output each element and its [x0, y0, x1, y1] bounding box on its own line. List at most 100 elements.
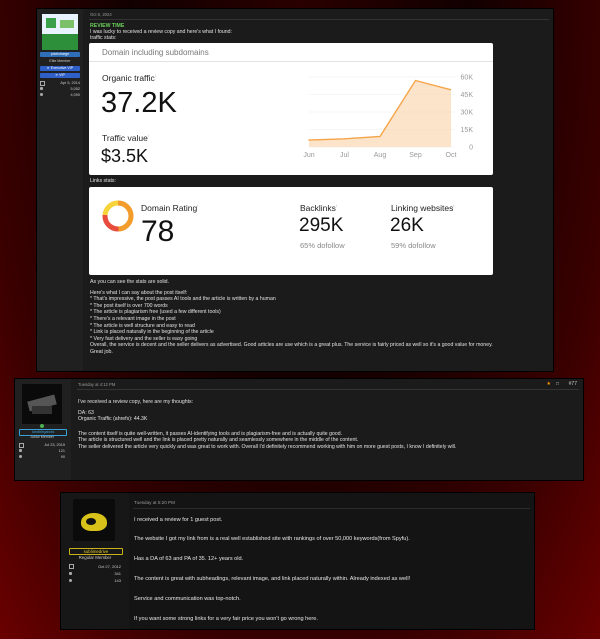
messages-row: 121 — [19, 449, 65, 453]
backlinks-dofollow: 65% dofollow — [300, 241, 345, 250]
traffic-value: $3.5K — [101, 146, 149, 166]
body-line — [78, 423, 456, 431]
message-count: 5,052 — [70, 87, 80, 91]
x-tick-label: Sep — [409, 152, 422, 159]
reactions-icon — [69, 579, 72, 582]
avatar[interactable] — [73, 499, 115, 541]
online-indicator-icon — [40, 424, 44, 428]
body-line: The content is great with subheadings, r… — [134, 576, 411, 582]
username[interactable]: sublimedrive — [69, 548, 123, 555]
message-body: Tuesday at 5:20 PM I received a review f… — [133, 493, 534, 629]
reactions-icon — [19, 455, 22, 458]
domain-rating-label: Domain Ratingi — [141, 203, 199, 213]
body-line: * That's impressive, the post passes AI … — [90, 296, 276, 303]
messages-icon — [69, 572, 72, 575]
share-icon[interactable]: ★ — [547, 381, 551, 387]
user-title: Elite Member — [49, 59, 71, 63]
reaction-count: 4,090 — [70, 93, 80, 97]
card-header: Domain including subdomains — [102, 48, 209, 57]
calendar-icon — [19, 443, 24, 448]
review-post-2: IcedMegabots Junior Member Jul 23, 2015 … — [14, 378, 584, 481]
messages-icon — [40, 87, 43, 90]
reaction-count: 143 — [114, 578, 121, 583]
traffic-value-label: Traffic valuei — [102, 133, 149, 143]
reaction-count: 90 — [60, 455, 65, 459]
body-line: As you can see the stats are solid. — [90, 279, 170, 285]
linking-websites-label: Linking websitesi — [391, 203, 455, 213]
bookmark-icon[interactable]: □ — [556, 381, 559, 387]
info-icon: i — [147, 133, 149, 139]
y-tick-label: 60K — [461, 75, 474, 82]
body-line: * There's a relevant image in the post — [90, 315, 176, 322]
linking-websites-value: 26K — [390, 215, 424, 236]
y-tick-label: 30K — [461, 110, 474, 117]
messages-icon — [19, 449, 22, 452]
post-date[interactable]: Tuesday at 4:12 PM — [78, 382, 115, 387]
y-tick-label: 15K — [461, 127, 474, 134]
user-panel: IcedMegabots Junior Member Jul 23, 2015 … — [15, 379, 71, 480]
join-date: Jul 23, 2015 — [44, 443, 65, 447]
x-tick-label: Jun — [303, 152, 314, 159]
info-icon: i — [154, 73, 156, 79]
join-date-row: Oct 27, 2012 — [69, 564, 121, 570]
domain-rating-value: 78 — [141, 215, 175, 248]
username[interactable]: pixelcharge — [40, 52, 80, 57]
domain-rating-ring-icon — [102, 200, 134, 232]
backlinks-value: 295K — [299, 215, 344, 236]
join-date: Oct 27, 2012 — [98, 564, 121, 569]
post-number[interactable]: #77 — [569, 381, 577, 387]
body-line: DA: 63 — [78, 409, 94, 416]
messages-row: 341 — [69, 571, 121, 576]
message-body: Oct 6, 2024 REVIEW TIME I was lucky to r… — [89, 9, 553, 371]
body-line: Here's what I can say about the post its… — [90, 289, 188, 296]
body-line: Service and communication was top-notch. — [134, 596, 241, 602]
user-panel: pixelcharge Elite Member ✕ Executive VIP… — [37, 9, 83, 371]
y-tick-label: 45K — [461, 92, 474, 99]
review-body: As you can see the stats are solid. Here… — [90, 279, 493, 356]
organic-traffic-value: 37.2K — [101, 87, 177, 119]
body-line: * The article is well structure and easy… — [90, 322, 195, 329]
body-line: The website I got my link from is a real… — [134, 536, 410, 542]
avatar[interactable] — [42, 14, 78, 50]
post-date[interactable]: Oct 6, 2024 — [90, 12, 112, 17]
body-line: * The post itself is over 700 words — [90, 302, 168, 309]
messages-row: 5,052 — [40, 87, 80, 91]
info-icon: i — [453, 203, 455, 209]
reactions-icon — [40, 93, 43, 96]
user-title: Regular Member — [78, 555, 112, 560]
body-line: * Very fast delivery and the seller is e… — [90, 335, 198, 342]
message-count: 341 — [114, 571, 121, 576]
linking-websites-dofollow: 59% dofollow — [391, 241, 436, 250]
y-tick-label: 0 — [469, 145, 473, 152]
divider — [89, 19, 549, 20]
avatar[interactable] — [22, 384, 62, 424]
vip-badge: ✕ VIP — [40, 73, 80, 78]
traffic-card: Domain including subdomains Organic traf… — [89, 43, 493, 175]
reactions-row: 90 — [19, 455, 65, 459]
post-date[interactable]: Tuesday at 5:20 PM — [134, 500, 175, 505]
body-line: Organic Traffic (ahrefs): 44.3K — [78, 416, 148, 423]
user-panel: sublimedrive Regular Member Oct 27, 2012… — [61, 493, 129, 629]
message-body: Tuesday at 4:12 PM ★ □ #77 I've received… — [77, 379, 583, 480]
body-line: Has a DA of 63 and PA of 35. 12+ years o… — [134, 556, 244, 562]
info-icon: i — [335, 203, 337, 209]
links-stats-label: Links stats: — [90, 178, 116, 184]
user-title: Junior Member — [30, 435, 54, 439]
body-line: * The article is plagiarism free (used a… — [90, 309, 221, 316]
body-line: The article is structured well and the l… — [78, 437, 359, 444]
info-icon: i — [197, 203, 199, 209]
body-line: The content itself is quite well-written… — [78, 430, 343, 437]
review-post-3: sublimedrive Regular Member Oct 27, 2012… — [60, 492, 535, 630]
body-line: I received a review for 1 guest post. — [134, 517, 223, 523]
backlinks-label: Backlinksi — [300, 203, 337, 213]
reactions-row: 4,090 — [40, 93, 80, 97]
links-card: Domain Ratingi 78 Backlinksi 295K 65% do… — [89, 187, 493, 275]
body-line: If you want some strong links for a very… — [134, 616, 318, 622]
x-tick-label: Aug — [374, 152, 387, 159]
traffic-chart: Jun Jul Aug Sep Oct 60K 45K 30K 15K 0 — [303, 75, 474, 160]
calendar-icon — [40, 81, 45, 86]
message-count: 121 — [58, 449, 65, 453]
calendar-icon — [69, 564, 74, 569]
review-post-1: pixelcharge Elite Member ✕ Executive VIP… — [36, 8, 554, 372]
body-line: I've received a review copy, here are my… — [78, 399, 194, 405]
